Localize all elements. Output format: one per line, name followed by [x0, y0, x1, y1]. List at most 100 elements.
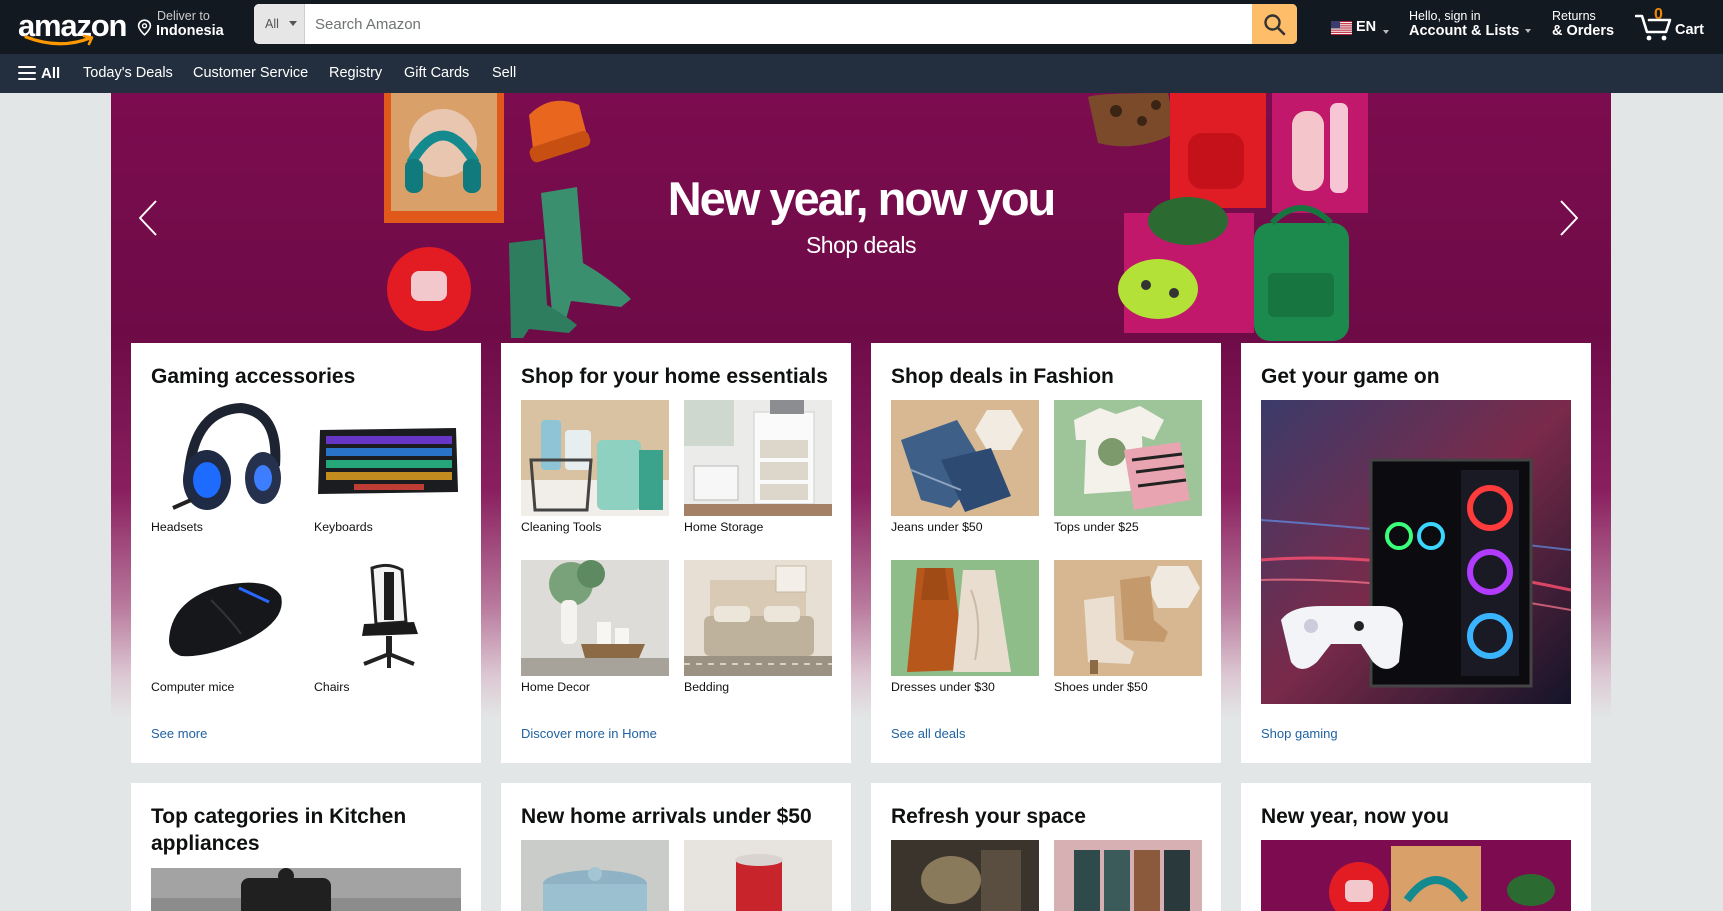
card-title: Gaming accessories	[151, 365, 356, 388]
tile-tops[interactable]: Tops under $25	[1054, 400, 1202, 534]
card-fashion-deals: Shop deals in Fashion Jeans under $50 To…	[871, 343, 1221, 763]
search-bar: All	[254, 4, 1297, 44]
card-gaming: Get your game on Shop gaming	[1241, 343, 1591, 763]
nav-link-sell[interactable]: Sell	[492, 65, 516, 81]
nav-link-registry[interactable]: Registry	[329, 65, 382, 81]
top-nav: amazon Deliver to Indonesia All Search A…	[0, 0, 1723, 54]
hero-subtitle[interactable]: Shop deals	[111, 232, 1611, 259]
dresses-image	[891, 560, 1039, 676]
search-input[interactable]	[305, 4, 1245, 44]
logo-smile-icon	[24, 34, 94, 46]
chevron-right-icon[interactable]	[1557, 198, 1581, 238]
shoes-image	[1054, 560, 1202, 676]
card-home-essentials: Shop for your home essentials Cleaning T…	[501, 343, 851, 763]
orders-label: & Orders	[1552, 23, 1615, 39]
tile-caption: Shoes under $50	[1054, 680, 1148, 694]
card-title: Shop deals in Fashion	[891, 365, 1114, 388]
returns-label: Returns	[1552, 9, 1596, 23]
card-refresh-space: Refresh your space	[871, 783, 1221, 911]
caret-down-icon	[1525, 29, 1532, 34]
tile-caption: Tops under $25	[1054, 520, 1139, 534]
tile-home-storage[interactable]: Home Storage	[684, 400, 832, 534]
search-category-select[interactable]: All	[254, 4, 305, 44]
all-menu-label: All	[41, 65, 61, 82]
gaming-pc-image[interactable]	[1261, 400, 1571, 704]
new-year-image[interactable]	[1261, 840, 1571, 911]
caret-down-icon	[289, 21, 297, 26]
account-lists[interactable]: Hello, sign in Account & Lists	[1409, 9, 1532, 39]
nav-link-customer-service[interactable]: Customer Service	[193, 65, 308, 81]
tile-caption: Dresses under $30	[891, 680, 995, 694]
tile-caption: Home Storage	[684, 520, 764, 534]
sub-nav: All Today's Deals Customer Service Regis…	[0, 54, 1723, 93]
nav-link-gift-cards[interactable]: Gift Cards	[404, 65, 469, 81]
tile-bedding[interactable]: Bedding	[684, 560, 832, 694]
nav-link-todays-deals[interactable]: Today's Deals	[83, 65, 173, 81]
tile-caption: Bedding	[684, 680, 730, 694]
dutch-oven-image[interactable]	[521, 840, 669, 911]
tile-shoes[interactable]: Shoes under $50	[1054, 560, 1202, 694]
us-flag-icon	[1331, 21, 1352, 35]
tile-caption: Computer mice	[151, 680, 235, 694]
hamburger-icon	[18, 66, 36, 81]
tile-caption: Home Decor	[521, 680, 591, 694]
caret-down-icon	[1383, 30, 1389, 34]
tile-caption: Headsets	[151, 520, 203, 534]
cart-label: Cart	[1675, 22, 1705, 38]
card-title: Refresh your space	[891, 805, 1086, 828]
tile-caption: Keyboards	[314, 520, 373, 534]
home-arrival-image[interactable]	[684, 840, 832, 911]
card-gaming-accessories: Gaming accessories Headsets Keyboards Co…	[131, 343, 481, 763]
jeans-image	[891, 400, 1039, 516]
search-button[interactable]	[1252, 4, 1297, 44]
home-decor-image	[521, 560, 669, 676]
kitchen-appliance-image[interactable]	[151, 868, 461, 911]
card-title: Top categories in Kitchen appliances	[151, 805, 407, 855]
cart-button[interactable]: 0 Cart	[1635, 6, 1711, 46]
see-all-deals-link[interactable]: See all deals	[891, 726, 965, 741]
shop-gaming-link[interactable]: Shop gaming	[1261, 726, 1338, 741]
tile-chairs[interactable]: Chairs	[314, 560, 462, 694]
tile-headsets[interactable]: Headsets	[151, 400, 299, 534]
tile-cleaning-tools[interactable]: Cleaning Tools	[521, 400, 669, 534]
tile-caption: Cleaning Tools	[521, 520, 602, 534]
headsets-image	[151, 400, 299, 516]
chevron-left-icon[interactable]	[136, 198, 160, 238]
keyboards-image	[314, 400, 462, 516]
see-more-link[interactable]: See more	[151, 726, 207, 741]
deliver-label: Deliver to	[157, 9, 210, 23]
search-category-label: All	[265, 17, 279, 31]
account-label: Account & Lists	[1409, 23, 1520, 39]
card-title: New year, now you	[1261, 805, 1449, 828]
card-home-arrivals: New home arrivals under $50	[501, 783, 851, 911]
location-pin-icon	[137, 19, 152, 36]
account-greeting: Hello, sign in	[1409, 9, 1481, 23]
tile-jeans[interactable]: Jeans under $50	[891, 400, 1039, 534]
card-title: Shop for your home essentials	[521, 365, 828, 388]
language-code: EN	[1356, 19, 1377, 35]
home-storage-image	[684, 400, 832, 516]
amazon-logo[interactable]: amazon	[14, 6, 127, 48]
refresh-space-image-1[interactable]	[891, 840, 1039, 911]
hero-title: New year, now you	[667, 172, 1057, 225]
tile-caption: Chairs	[314, 680, 350, 694]
tile-dresses[interactable]: Dresses under $30	[891, 560, 1039, 694]
card-new-year: New year, now you	[1241, 783, 1591, 911]
chairs-image	[314, 560, 462, 676]
refresh-space-image-2[interactable]	[1054, 840, 1202, 911]
card-kitchen-appliances: Top categories in Kitchen appliances	[131, 783, 481, 911]
tile-keyboards[interactable]: Keyboards	[314, 400, 462, 534]
tops-image	[1054, 400, 1202, 516]
bedding-image	[684, 560, 832, 676]
search-icon	[1264, 14, 1286, 36]
discover-home-link[interactable]: Discover more in Home	[521, 726, 657, 741]
card-title: Get your game on	[1261, 365, 1440, 388]
computer-mice-image	[151, 560, 299, 676]
deliver-location: Indonesia	[156, 23, 224, 39]
cart-count: 0	[1654, 6, 1663, 23]
card-title: New home arrivals under $50	[521, 805, 812, 828]
cleaning-tools-image	[521, 400, 669, 516]
tile-computer-mice[interactable]: Computer mice	[151, 560, 299, 694]
returns-orders[interactable]: Returns & Orders	[1552, 9, 1614, 39]
tile-home-decor[interactable]: Home Decor	[521, 560, 669, 694]
